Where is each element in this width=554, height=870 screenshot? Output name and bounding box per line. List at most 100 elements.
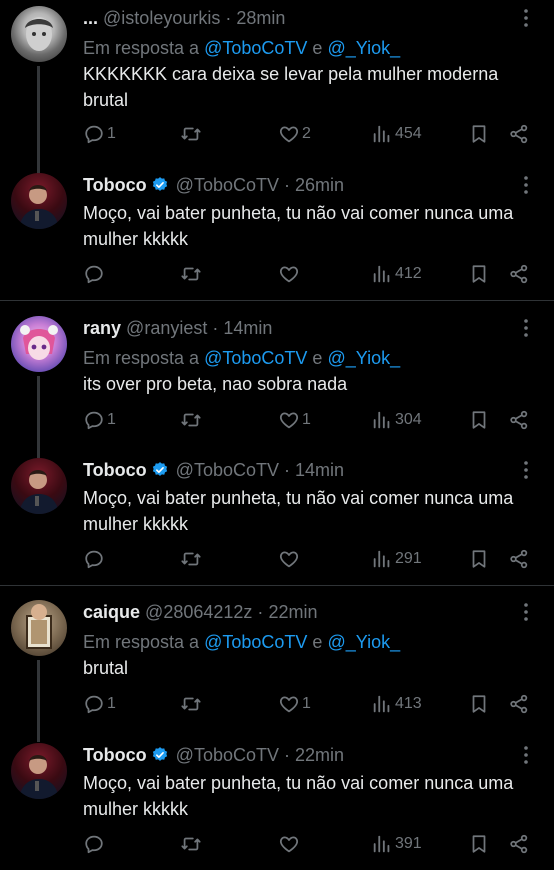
like-button[interactable]: 1 [278, 690, 311, 718]
avatar[interactable] [11, 743, 67, 799]
timestamp[interactable]: 22min [295, 745, 344, 765]
bookmark-button[interactable] [468, 830, 490, 858]
action-bar: 391 [0, 830, 554, 858]
more-options-icon[interactable] [516, 8, 536, 28]
author-handle[interactable]: @28064212z [145, 602, 252, 622]
reply-button[interactable] [83, 260, 107, 288]
more-options-icon[interactable] [516, 318, 536, 338]
reply-button[interactable]: 1 [83, 406, 116, 434]
reply-button[interactable]: 1 [83, 120, 116, 148]
author-name[interactable]: Toboco [83, 745, 147, 765]
author-name[interactable]: ... [83, 8, 98, 28]
like-button[interactable] [278, 545, 302, 573]
author-handle[interactable]: @ToboCoTV [176, 175, 279, 195]
share-button[interactable] [508, 545, 530, 573]
bookmark-icon [468, 548, 490, 570]
reply-count: 1 [107, 125, 116, 142]
retweet-button[interactable] [180, 545, 204, 573]
heart-icon [278, 409, 300, 431]
retweet-button[interactable] [180, 406, 204, 434]
like-button[interactable] [278, 260, 302, 288]
more-options-icon[interactable] [516, 745, 536, 765]
mention-link[interactable]: @ToboCoTV [204, 348, 307, 368]
avatar[interactable] [11, 600, 67, 656]
bookmark-button[interactable] [468, 545, 490, 573]
retweet-button[interactable] [180, 260, 204, 288]
mention-link[interactable]: @_Yiok_ [327, 38, 400, 58]
timestamp[interactable]: 28min [236, 8, 285, 28]
mention-link[interactable]: @_Yiok_ [327, 348, 400, 368]
views-icon [371, 693, 393, 715]
mention-link[interactable]: @_Yiok_ [327, 632, 400, 652]
share-button[interactable] [508, 260, 530, 288]
author-name[interactable]: caique [83, 602, 140, 622]
bookmark-button[interactable] [468, 120, 490, 148]
share-button[interactable] [508, 406, 530, 434]
timestamp[interactable]: 22min [268, 602, 317, 622]
reply-context: Em resposta a @ToboCoTV e @_Yiok_ [83, 346, 400, 370]
retweet-icon [180, 263, 202, 285]
reply-count: 1 [107, 695, 116, 712]
author-handle[interactable]: @ToboCoTV [176, 745, 279, 765]
tweet-header: rany @ranyiest · 14min [83, 316, 514, 340]
bookmark-button[interactable] [468, 406, 490, 434]
avatar[interactable] [11, 173, 67, 229]
reply-button[interactable] [83, 830, 107, 858]
avatar[interactable] [11, 458, 67, 514]
avatar[interactable] [11, 316, 67, 372]
timestamp[interactable]: 26min [295, 175, 344, 195]
author-name[interactable]: Toboco [83, 175, 147, 195]
author-handle[interactable]: @ToboCoTV [176, 460, 279, 480]
author-name[interactable]: rany [83, 318, 121, 338]
retweet-icon [180, 123, 202, 145]
reply-conjunction: e [312, 38, 323, 58]
views-button[interactable]: 413 [371, 690, 422, 718]
author-name[interactable]: Toboco [83, 460, 147, 480]
author-handle[interactable]: @istoleyourkis [103, 8, 220, 28]
tweet-text: Moço, vai bater punheta, tu não vai come… [83, 203, 514, 249]
reply-context: Em resposta a @ToboCoTV e @_Yiok_ [83, 630, 400, 654]
share-button[interactable] [508, 120, 530, 148]
views-count: 391 [395, 835, 422, 852]
retweet-button[interactable] [180, 830, 204, 858]
like-button[interactable]: 1 [278, 406, 311, 434]
avatar[interactable] [11, 6, 67, 62]
more-options-icon[interactable] [516, 602, 536, 622]
views-button[interactable]: 304 [371, 406, 422, 434]
timestamp[interactable]: 14min [223, 318, 272, 338]
heart-icon [278, 123, 300, 145]
share-icon [508, 263, 530, 285]
bookmark-icon [468, 263, 490, 285]
author-handle[interactable]: @ranyiest [126, 318, 207, 338]
views-icon [371, 263, 393, 285]
timestamp[interactable]: 14min [295, 460, 344, 480]
like-button[interactable]: 2 [278, 120, 311, 148]
more-options-icon[interactable] [516, 175, 536, 195]
views-count: 304 [395, 411, 422, 428]
heart-icon [278, 548, 300, 570]
thread-line [37, 376, 40, 458]
reply-button[interactable]: 1 [83, 690, 116, 718]
views-button[interactable]: 391 [371, 830, 422, 858]
views-button[interactable]: 454 [371, 120, 422, 148]
reply-button[interactable] [83, 545, 107, 573]
separator: · [284, 745, 291, 765]
retweet-button[interactable] [180, 690, 204, 718]
share-button[interactable] [508, 830, 530, 858]
tweet-text: Moço, vai bater punheta, tu não vai come… [83, 488, 514, 534]
bookmark-button[interactable] [468, 690, 490, 718]
views-count: 454 [395, 125, 422, 142]
views-button[interactable]: 291 [371, 545, 422, 573]
retweet-button[interactable] [180, 120, 204, 148]
mention-link[interactable]: @ToboCoTV [204, 632, 307, 652]
views-button[interactable]: 412 [371, 260, 422, 288]
reply-prefix: Em resposta a [83, 348, 200, 368]
mention-link[interactable]: @ToboCoTV [204, 38, 307, 58]
bookmark-button[interactable] [468, 260, 490, 288]
more-options-icon[interactable] [516, 460, 536, 480]
thread-line [37, 660, 40, 742]
like-button[interactable] [278, 830, 302, 858]
share-button[interactable] [508, 690, 530, 718]
share-icon [508, 693, 530, 715]
tweet-header: Toboco @ToboCoTV · 14min [83, 458, 514, 482]
